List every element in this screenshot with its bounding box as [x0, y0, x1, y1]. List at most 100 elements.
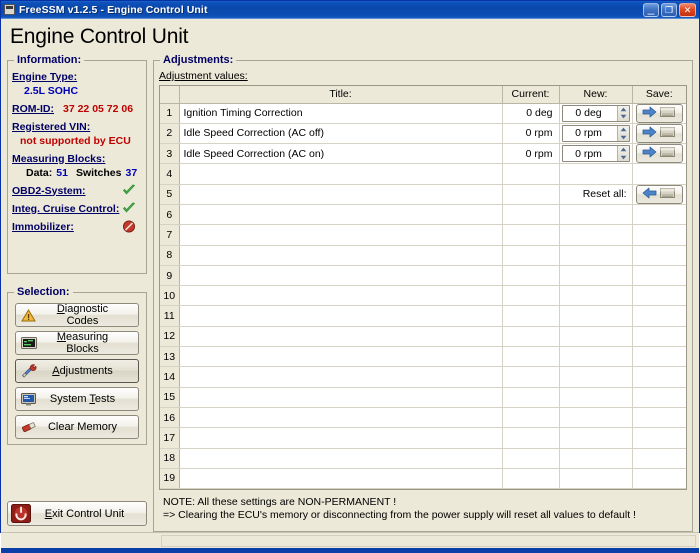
- ecu-chip-icon: [659, 105, 676, 122]
- measuring-blocks-label: Measuring Blocks: [56, 331, 109, 355]
- save-value-button[interactable]: [635, 103, 683, 123]
- new-value-spinner[interactable]: 0 rpm: [561, 145, 630, 163]
- table-row[interactable]: 2 Idle Speed Correction (AC off) 0 rpm 0 rp…: [160, 123, 686, 145]
- table-row[interactable]: 4: [160, 163, 686, 185]
- adjustment-title-cell: [179, 224, 503, 246]
- save-cell[interactable]: [632, 143, 686, 165]
- diagnostic-codes-button[interactable]: Diagnostic Codes: [15, 303, 139, 327]
- adjustments-button[interactable]: Adjustments: [15, 359, 139, 383]
- new-value-cell[interactable]: 0 deg: [559, 103, 633, 124]
- spinner-up-icon[interactable]: [618, 146, 629, 154]
- note-line-1: NOTE: All these settings are NON-PERMANE…: [163, 496, 397, 509]
- check-icon: [122, 184, 136, 197]
- table-row[interactable]: 8: [160, 245, 686, 266]
- close-button[interactable]: ✕: [679, 2, 696, 17]
- current-value-cell: [502, 224, 560, 246]
- table-row[interactable]: 1 Ignition Timing Correction 0 deg 0 deg: [160, 103, 686, 124]
- table-row[interactable]: 9: [160, 265, 686, 287]
- new-value-cell[interactable]: [559, 204, 633, 226]
- save-value-button[interactable]: [635, 123, 683, 143]
- new-value-cell[interactable]: 0 rpm: [559, 123, 633, 145]
- save-cell[interactable]: [632, 123, 686, 145]
- save-value-button[interactable]: [635, 144, 683, 163]
- spinner-buttons[interactable]: [616, 146, 629, 162]
- current-value-cell: [502, 387, 560, 408]
- new-value-cell[interactable]: [559, 366, 633, 388]
- adjustments-legend: Adjustments:: [160, 54, 237, 66]
- table-row[interactable]: 14: [160, 366, 686, 388]
- minimize-button[interactable]: _: [643, 2, 659, 17]
- table-row[interactable]: 13: [160, 346, 686, 368]
- measuring-blocks-button[interactable]: Measuring Blocks: [15, 331, 139, 355]
- new-value-spinner[interactable]: 0 deg: [561, 104, 630, 122]
- adjustment-title-cell: [179, 366, 503, 388]
- save-cell: [632, 407, 686, 429]
- tools-icon: [20, 364, 37, 379]
- information-group: Information: Engine Type: 2.5L SOHC ROM-…: [7, 54, 147, 274]
- new-value-cell[interactable]: [559, 407, 633, 429]
- new-value-cell[interactable]: [559, 468, 633, 490]
- switches-value: 37: [125, 166, 138, 179]
- table-row[interactable]: 16: [160, 407, 686, 429]
- new-value-cell[interactable]: [559, 224, 633, 246]
- current-value-cell: [502, 184, 560, 205]
- table-row[interactable]: 7: [160, 224, 686, 246]
- new-value-text: 0 rpm: [575, 147, 602, 160]
- maximize-button[interactable]: ❐: [661, 2, 677, 17]
- reset-all-button[interactable]: [635, 184, 683, 204]
- row-index-cell: 6: [160, 204, 180, 226]
- table-row[interactable]: 12: [160, 326, 686, 348]
- new-value-cell[interactable]: 0 rpm: [559, 143, 633, 165]
- save-cell: [632, 265, 686, 287]
- registered-vin-row: Registered VIN:: [12, 120, 142, 133]
- new-value-cell[interactable]: [559, 285, 633, 307]
- new-value-cell[interactable]: [559, 448, 633, 469]
- table-row[interactable]: 10: [160, 285, 686, 307]
- row-index-cell: 16: [160, 407, 180, 429]
- table-row[interactable]: 18: [160, 448, 686, 469]
- table-row[interactable]: 3 Idle Speed Correction (AC on) 0 rpm 0 rpm: [160, 143, 686, 165]
- row-index-cell: 5: [160, 184, 180, 205]
- save-cell[interactable]: [632, 184, 686, 205]
- spinner-down-icon[interactable]: [618, 154, 629, 162]
- save-cell: [632, 305, 686, 327]
- new-value-cell[interactable]: [559, 427, 633, 449]
- new-value-cell[interactable]: [559, 265, 633, 287]
- current-value-cell: [502, 245, 560, 266]
- row-index-cell: 3: [160, 143, 180, 165]
- table-row[interactable]: 19: [160, 468, 686, 490]
- exit-control-unit-button[interactable]: Exit Control Unit: [7, 501, 147, 527]
- page-title: Engine Control Unit: [10, 25, 189, 48]
- adjustment-title-cell: [179, 326, 503, 348]
- new-value-cell[interactable]: [559, 163, 633, 185]
- new-value-cell[interactable]: [559, 387, 633, 408]
- spinner-up-icon[interactable]: [618, 106, 629, 114]
- row-index-cell: 13: [160, 346, 180, 368]
- spinner-down-icon[interactable]: [618, 133, 629, 141]
- spinner-buttons[interactable]: [616, 105, 629, 121]
- save-cell: [632, 468, 686, 490]
- body-area: Information: Engine Type: 2.5L SOHC ROM-…: [1, 51, 699, 533]
- save-cell[interactable]: [632, 103, 686, 124]
- measuring-blocks-label: Measuring Blocks:: [12, 152, 106, 165]
- table-row[interactable]: 11: [160, 305, 686, 327]
- new-value-text: 0 rpm: [575, 127, 602, 140]
- table-row[interactable]: 17: [160, 427, 686, 449]
- new-value-cell[interactable]: [559, 305, 633, 327]
- app-icon: [4, 4, 15, 15]
- row-index-cell: 9: [160, 265, 180, 287]
- spinner-buttons[interactable]: [616, 125, 629, 141]
- table-row[interactable]: 6: [160, 204, 686, 226]
- adjustment-title-cell: Idle Speed Correction (AC off): [179, 123, 503, 145]
- new-value-cell[interactable]: [559, 346, 633, 368]
- obd2-label: OBD2-System:: [12, 184, 86, 197]
- spinner-up-icon[interactable]: [618, 126, 629, 134]
- system-tests-button[interactable]: System Tests: [15, 387, 139, 411]
- spinner-down-icon[interactable]: [618, 113, 629, 121]
- new-value-cell[interactable]: [559, 245, 633, 266]
- table-row[interactable]: 15: [160, 387, 686, 408]
- clear-memory-button[interactable]: Clear Memory: [15, 415, 139, 439]
- new-value-spinner[interactable]: 0 rpm: [561, 124, 630, 142]
- table-row[interactable]: 5 Reset all:: [160, 184, 686, 205]
- new-value-cell[interactable]: [559, 326, 633, 348]
